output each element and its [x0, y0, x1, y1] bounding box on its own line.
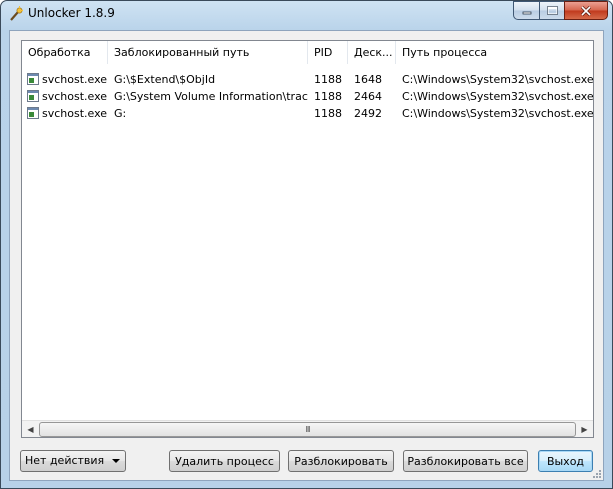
list-header: Обработка Заблокированный путь PID Деск.… — [22, 41, 593, 64]
window-title: Unlocker 1.8.9 — [28, 6, 115, 20]
kill-process-button[interactable]: Удалить процесс — [169, 450, 280, 472]
unlock-all-button[interactable]: Разблокировать все — [403, 450, 528, 472]
close-icon — [580, 5, 592, 16]
cell-process: svchost.exe — [42, 107, 108, 120]
column-header-process-path[interactable]: Путь процесса — [396, 41, 593, 64]
exe-window-icon — [27, 90, 39, 102]
maximize-button[interactable] — [539, 1, 564, 20]
cell-pid: 1188 — [314, 107, 342, 120]
cell-pid: 1188 — [314, 73, 342, 86]
action-select[interactable]: Нет действия — [20, 450, 126, 472]
cell-handle: 1648 — [354, 73, 382, 86]
cell-locked-path: G: — [114, 107, 127, 120]
scroll-right-button[interactable]: ▶ — [576, 421, 593, 438]
cell-handle: 2492 — [354, 107, 382, 120]
close-button[interactable] — [564, 1, 608, 20]
cell-process: svchost.exe — [42, 73, 108, 86]
cell-locked-path: G:\System Volume Information\tracki... — [114, 90, 308, 103]
column-header-process[interactable]: Обработка — [22, 41, 108, 64]
unlocker-window: Unlocker 1.8.9 Обработка Заблокированный… — [0, 0, 613, 489]
column-header-handle[interactable]: Деск... — [348, 41, 396, 64]
cell-locked-path: G:\$Extend\$ObjId — [114, 73, 216, 86]
minimize-icon — [522, 11, 531, 14]
exe-window-icon — [27, 73, 39, 85]
minimize-button[interactable] — [513, 1, 539, 20]
cell-process-path: C:\Windows\System32\svchost.exe — [402, 73, 593, 86]
unlock-button[interactable]: Разблокировать — [288, 450, 394, 472]
scroll-thumb[interactable]: III — [39, 422, 576, 437]
client-area: Обработка Заблокированный путь PID Деск.… — [9, 30, 604, 481]
column-header-locked-path[interactable]: Заблокированный путь — [108, 41, 308, 64]
horizontal-scrollbar[interactable]: ◀ III ▶ — [22, 420, 593, 437]
maximize-icon — [546, 6, 558, 15]
exit-button[interactable]: Выход — [538, 450, 593, 472]
table-row[interactable]: svchost.exe G:\System Volume Information… — [22, 88, 593, 105]
cell-pid: 1188 — [314, 90, 342, 103]
cell-process-path: C:\Windows\System32\svchost.exe — [402, 90, 593, 103]
cell-process-path: C:\Windows\System32\svchost.exe — [402, 107, 593, 120]
resize-grip-icon[interactable] — [591, 468, 602, 479]
cell-handle: 2464 — [354, 90, 382, 103]
exe-window-icon — [27, 107, 39, 119]
locked-handles-list[interactable]: Обработка Заблокированный путь PID Деск.… — [21, 40, 594, 438]
cell-process: svchost.exe — [42, 90, 108, 103]
title-bar[interactable]: Unlocker 1.8.9 — [1, 1, 612, 29]
table-row[interactable]: svchost.exe G: 1188 2492 C:\Windows\Syst… — [22, 105, 593, 122]
column-header-pid[interactable]: PID — [308, 41, 348, 64]
chevron-down-icon — [112, 459, 120, 463]
scroll-left-button[interactable]: ◀ — [22, 421, 39, 438]
table-row[interactable]: svchost.exe G:\$Extend\$ObjId 1188 1648 … — [22, 71, 593, 88]
action-select-value: Нет действия — [25, 454, 105, 467]
magic-wand-icon — [10, 6, 23, 21]
